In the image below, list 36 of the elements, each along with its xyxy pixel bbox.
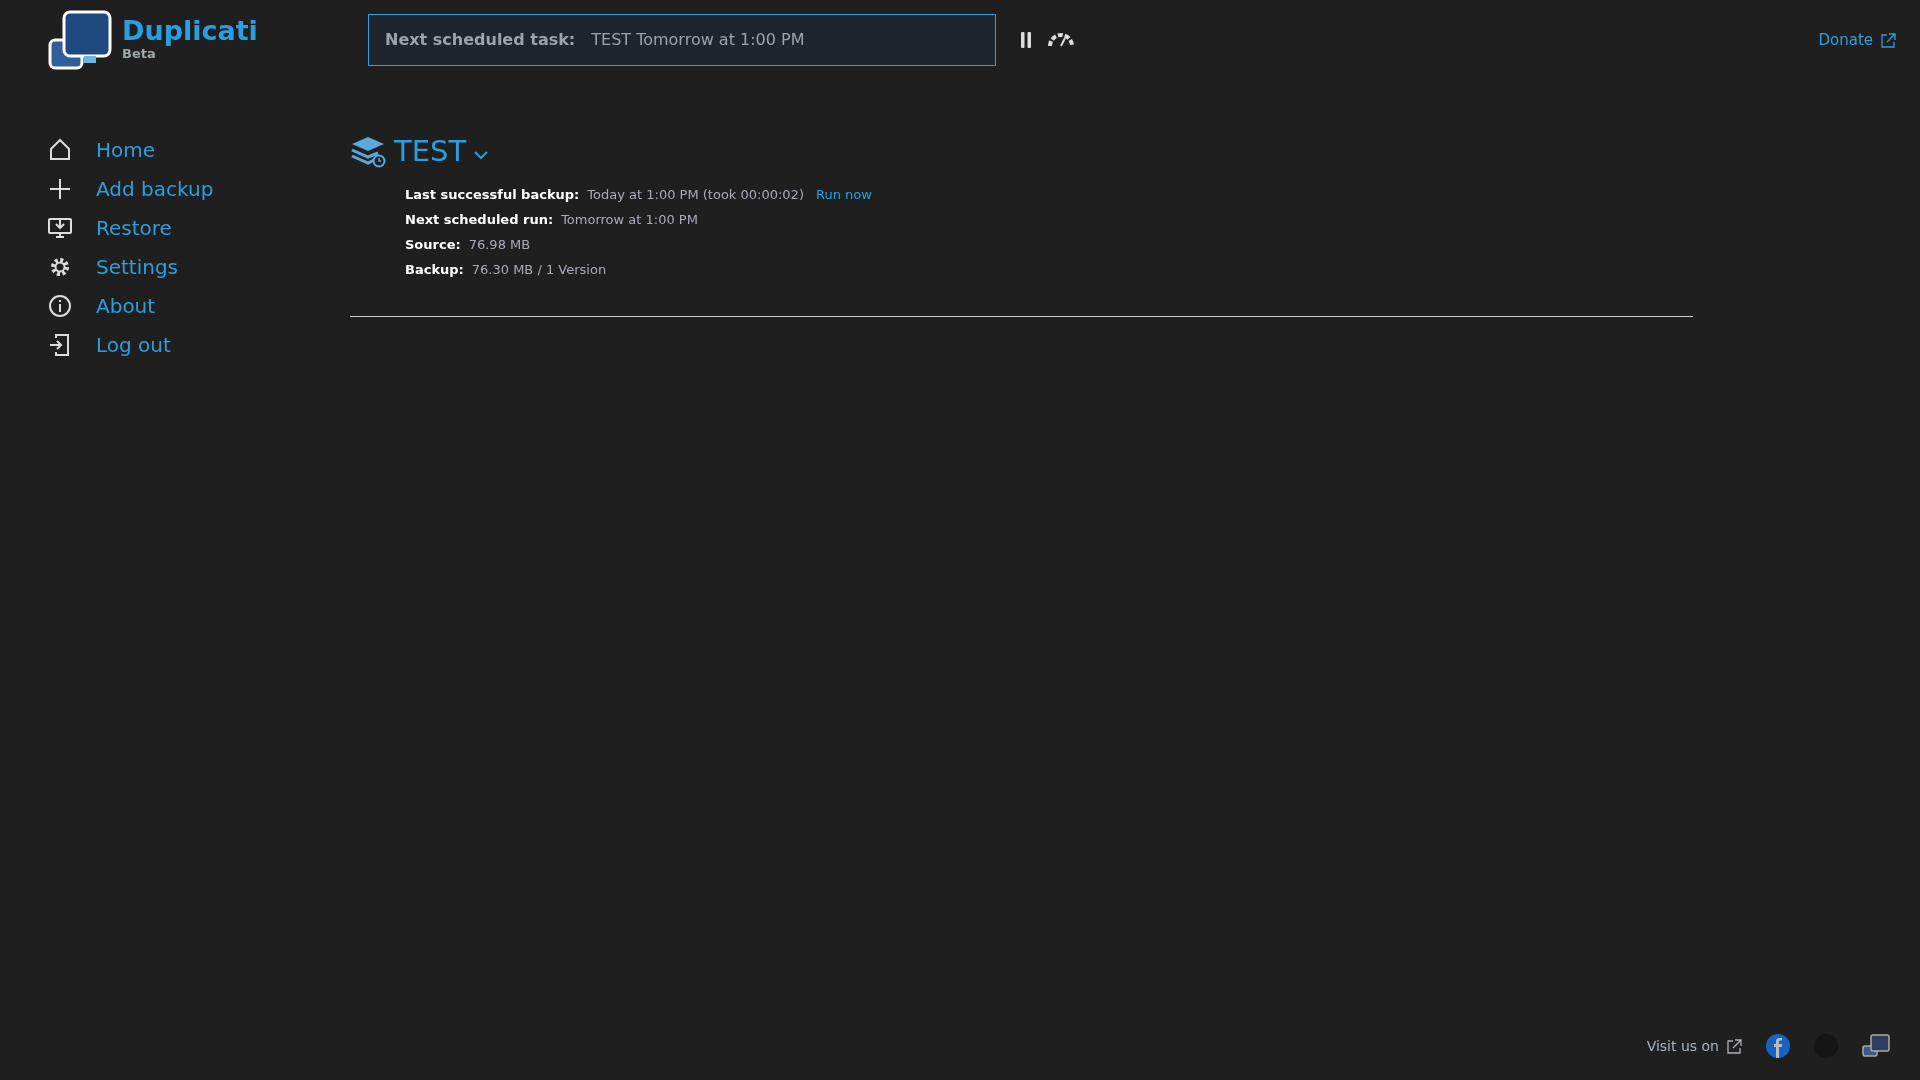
detail-value: Today at 1:00 PM (took 00:00:02) xyxy=(587,185,804,204)
task-label: Next scheduled task: xyxy=(385,29,576,51)
app-name: Duplicati xyxy=(122,16,258,44)
detail-label: Source: xyxy=(405,235,461,254)
detail-value: 76.30 MB / 1 Version xyxy=(471,260,607,279)
sign-in-icon xyxy=(48,332,72,357)
sidebar-nav-link[interactable]: Restore xyxy=(48,208,300,247)
detail-label: Last successful backup: xyxy=(405,185,580,204)
home-icon xyxy=(48,137,72,162)
pause-icon[interactable] xyxy=(1020,32,1032,48)
logo-icon xyxy=(48,10,114,70)
donate-link[interactable]: Donate xyxy=(1818,28,1896,52)
monitor-download-icon xyxy=(48,215,72,240)
detail-label: Next scheduled run: xyxy=(405,210,554,229)
task-value: TEST Tomorrow at 1:00 PM xyxy=(591,29,805,51)
sidebar-nav-link[interactable]: Add backup xyxy=(48,169,300,208)
sidebar-nav-link[interactable]: Log out xyxy=(48,325,300,364)
duplicati-logo-icon[interactable] xyxy=(1862,1034,1890,1058)
facebook-icon[interactable] xyxy=(1766,1034,1790,1058)
chevron-down-icon xyxy=(474,151,489,161)
visit-us-link[interactable]: Visit us on xyxy=(1646,1035,1742,1057)
external-link-icon xyxy=(1881,32,1896,48)
speedometer-icon[interactable] xyxy=(1048,33,1074,47)
detail-label: Backup: xyxy=(405,260,464,279)
backup-name-dropdown[interactable]: TEST xyxy=(394,130,489,174)
sidebar-nav-link[interactable]: About xyxy=(48,286,300,325)
info-icon xyxy=(48,293,72,318)
sidebar-nav-link[interactable]: Home xyxy=(48,130,300,169)
detail-value: 76.98 MB xyxy=(468,235,531,254)
run-now-link[interactable]: Run now xyxy=(815,181,872,207)
backup-stack-icon xyxy=(350,135,386,168)
plus-icon xyxy=(48,176,72,201)
detail-value: Tomorrow at 1:00 PM xyxy=(561,210,698,229)
external-link-icon xyxy=(1727,1038,1742,1054)
app-edition: Beta xyxy=(122,45,156,63)
sidebar-nav-link[interactable]: Settings xyxy=(48,247,300,286)
